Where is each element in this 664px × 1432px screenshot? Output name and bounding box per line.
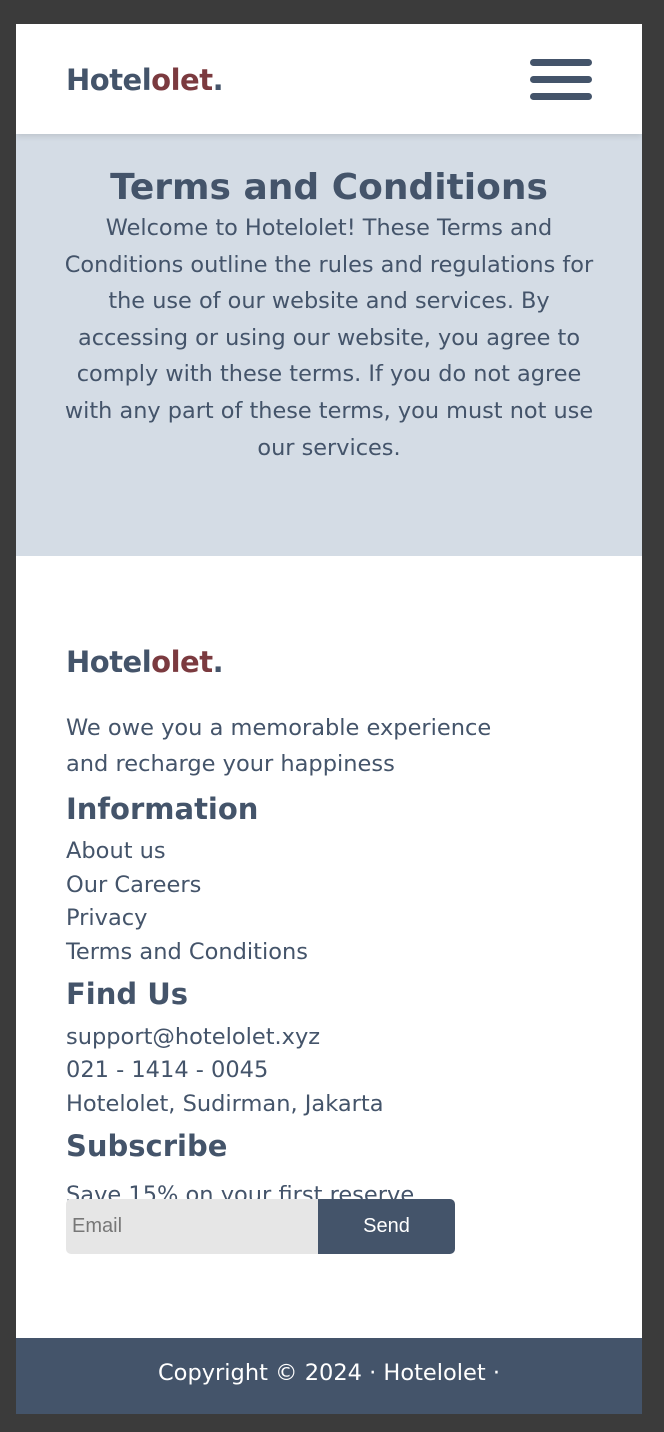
top-navbar: Hotelolet. bbox=[16, 24, 642, 134]
subscribe-form: Send bbox=[66, 1199, 455, 1254]
terms-intro-text: Welcome to Hotelolet! These Terms and Co… bbox=[64, 215, 594, 461]
logo-dot: . bbox=[212, 645, 224, 679]
find-us-heading: Find Us bbox=[66, 977, 189, 1011]
menu-bar-top bbox=[530, 59, 592, 66]
hamburger-menu-icon[interactable] bbox=[530, 59, 592, 100]
logo-dot: . bbox=[212, 63, 224, 97]
page-frame: Hotelolet. Terms and Conditions Welcome … bbox=[16, 24, 642, 1414]
phone-number-link[interactable]: 021 - 1414 - 0045 bbox=[66, 1057, 268, 1084]
page-title: Terms and Conditions bbox=[110, 167, 548, 208]
copyright-text: Copyright © 2024 · Hotelolet · bbox=[157, 1360, 501, 1386]
address-text: Hotelolet, Sudirman, Jakarta bbox=[66, 1091, 384, 1117]
support-email-link[interactable]: support@hotelolet.xyz bbox=[66, 1024, 320, 1051]
send-button[interactable]: Send bbox=[318, 1199, 455, 1254]
logo-accent-text: olet bbox=[151, 63, 213, 97]
footer: Hotelolet. We owe you a memorable experi… bbox=[16, 556, 642, 1338]
logo-accent-text: olet bbox=[151, 645, 213, 679]
email-input[interactable] bbox=[66, 1199, 318, 1254]
logo-primary-text: Hotel bbox=[66, 63, 152, 97]
information-heading: Information bbox=[66, 792, 259, 826]
footer-logo[interactable]: Hotelolet. bbox=[66, 645, 224, 679]
menu-bar-bottom bbox=[530, 93, 592, 100]
link-about-us[interactable]: About us bbox=[66, 838, 166, 865]
link-privacy[interactable]: Privacy bbox=[66, 905, 147, 932]
terms-hero: Terms and Conditions Welcome to Hotelole… bbox=[16, 134, 642, 556]
copyright-bar: Copyright © 2024 · Hotelolet · bbox=[16, 1338, 642, 1414]
logo-primary-text: Hotel bbox=[66, 645, 152, 679]
link-terms-and-conditions[interactable]: Terms and Conditions bbox=[66, 939, 308, 966]
header-logo[interactable]: Hotelolet. bbox=[66, 63, 224, 97]
subscribe-heading: Subscribe bbox=[66, 1129, 228, 1163]
footer-tagline: We owe you a memorable experience and re… bbox=[66, 715, 492, 777]
menu-bar-middle bbox=[530, 76, 592, 83]
link-our-careers[interactable]: Our Careers bbox=[66, 872, 201, 899]
